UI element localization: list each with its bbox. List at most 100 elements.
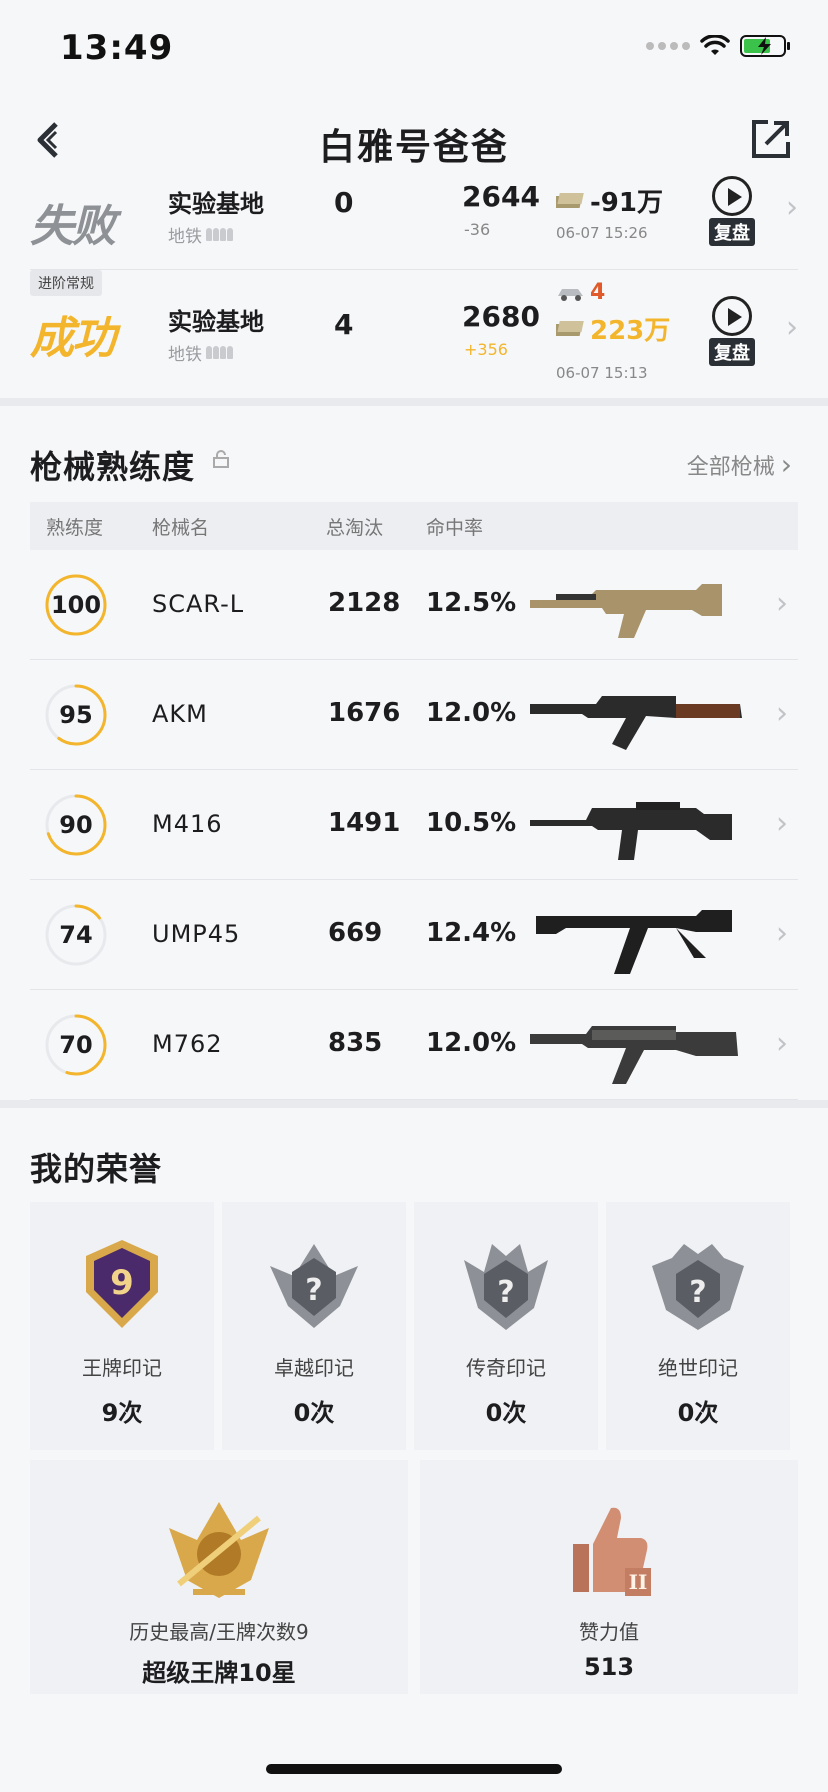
likes-card[interactable]: II 赞力值 513: [420, 1460, 798, 1694]
match-result: 成功: [30, 313, 116, 364]
chevron-right-icon: ›: [786, 310, 798, 345]
match-result: 失败: [30, 201, 116, 252]
weapons-section-title: 枪械熟练度: [30, 448, 196, 486]
squad-icon: [206, 228, 233, 241]
match-submode-label: 地铁: [168, 227, 202, 247]
honor-name: 传奇印记: [466, 1356, 546, 1380]
honor-card-excellent[interactable]: ? 卓越印记 0次: [222, 1202, 406, 1450]
weapon-row[interactable]: 74 UMP45 669 12.4% ›: [30, 880, 798, 990]
weapon-hit-rate: 12.0%: [426, 1028, 517, 1058]
column-header: 熟练度: [46, 516, 104, 539]
honor-name: 王牌印记: [82, 1356, 162, 1380]
honor-card-ace[interactable]: 9 王牌印记 9次: [30, 1202, 214, 1450]
cash-icon: [556, 320, 584, 336]
honor-name: 卓越印记: [274, 1356, 354, 1380]
ace-badge-icon: 9: [86, 1240, 158, 1328]
weapon-name: AKM: [152, 700, 208, 728]
thumbs-up-icon: II: [573, 1507, 651, 1596]
honor-count: 0次: [293, 1399, 335, 1427]
weapon-hit-rate: 12.4%: [426, 918, 517, 948]
ace-rank-icon: [169, 1502, 269, 1598]
best-rank-card[interactable]: 历史最高/王牌次数9 超级王牌10星: [30, 1460, 408, 1694]
all-weapons-link[interactable]: 全部枪械 ›: [687, 448, 792, 481]
match-money: 223万: [556, 310, 670, 347]
chevron-right-icon: ›: [776, 696, 788, 731]
cash-icon: [556, 192, 584, 208]
proficiency-value: 74: [59, 921, 93, 949]
svg-text:?: ?: [689, 1275, 706, 1310]
match-rating: 2644: [462, 180, 540, 213]
match-row[interactable]: 进阶常规 成功 实验基地 地铁 4 2680 +356 4 223万 06-07…: [30, 270, 798, 388]
squad-icon: [206, 346, 233, 359]
svg-text:II: II: [629, 1570, 648, 1594]
share-icon[interactable]: [750, 118, 792, 160]
match-kills: 4: [334, 308, 354, 341]
likes-label: 赞力值: [579, 1620, 639, 1644]
weapon-image: [530, 1026, 738, 1084]
replay-button[interactable]: 复盘: [706, 296, 758, 366]
battery-icon: [740, 35, 790, 57]
honor-count: 9次: [101, 1399, 143, 1427]
weapon-kills: 1491: [328, 808, 401, 838]
weapon-image: [530, 802, 732, 860]
match-rating-delta: -36: [464, 220, 491, 239]
status-icons: [646, 34, 792, 58]
chevron-right-icon: ›: [776, 916, 788, 951]
weapon-row[interactable]: 90 M416 1491 10.5% ›: [30, 770, 798, 880]
honor-name: 绝世印记: [658, 1356, 738, 1380]
match-vehicle: 4: [556, 280, 605, 305]
weapon-kills: 669: [328, 918, 383, 948]
lock-icon[interactable]: [212, 450, 230, 468]
section-divider: [0, 398, 828, 406]
best-rank-label: 历史最高/王牌次数9: [129, 1620, 309, 1644]
weapon-hit-rate: 12.5%: [426, 588, 517, 618]
weapon-name: SCAR-L: [152, 590, 245, 618]
proficiency-value: 90: [59, 811, 93, 839]
chevron-right-icon: ›: [776, 586, 788, 621]
weapon-image: [536, 910, 732, 974]
replay-label: 复盘: [709, 218, 755, 246]
signal-icon: [646, 42, 690, 50]
locked-badge-icon: ?: [464, 1244, 548, 1330]
match-map: 实验基地: [168, 190, 264, 218]
replay-icon: [712, 296, 752, 336]
replay-icon: [712, 176, 752, 216]
proficiency-value: 95: [59, 701, 93, 729]
replay-button[interactable]: 复盘: [706, 176, 758, 246]
match-submode: 地铁: [168, 340, 233, 365]
weapon-hit-rate: 10.5%: [426, 808, 517, 838]
chevron-right-icon: ›: [780, 448, 792, 481]
match-vehicle-count: 4: [590, 280, 606, 305]
weapon-name: M762: [152, 1030, 223, 1058]
match-time: 06-07 15:26: [556, 224, 648, 242]
wifi-icon: [700, 35, 730, 55]
column-header: 枪械名: [152, 516, 210, 539]
page-title: 白雅号爸爸: [318, 127, 509, 168]
column-header: 命中率: [426, 516, 484, 539]
match-rating: 2680: [462, 300, 540, 333]
weapon-kills: 1676: [328, 698, 401, 728]
match-time: 06-07 15:13: [556, 364, 648, 382]
match-submode: 地铁: [168, 222, 233, 247]
svg-text:?: ?: [305, 1273, 322, 1308]
honor-count: 0次: [677, 1399, 719, 1427]
locked-badge-icon: ?: [270, 1244, 358, 1328]
weapon-image: [530, 584, 722, 638]
honor-card-legend[interactable]: ? 传奇印记 0次: [414, 1202, 598, 1450]
weapon-image: [530, 696, 742, 750]
weapon-row[interactable]: 100 SCAR-L 2128 12.5% ›: [30, 550, 798, 660]
locked-badge-icon: ?: [652, 1244, 744, 1330]
home-indicator[interactable]: [266, 1764, 562, 1774]
proficiency-value: 70: [59, 1031, 93, 1059]
proficiency-value: 100: [50, 591, 102, 619]
weapon-row[interactable]: 95 AKM 1676 12.0% ›: [30, 660, 798, 770]
replay-label: 复盘: [709, 338, 755, 366]
honor-card-peerless[interactable]: ? 绝世印记 0次: [606, 1202, 790, 1450]
match-submode-label: 地铁: [168, 345, 202, 365]
match-row[interactable]: 失败 实验基地 地铁 0 2644 -36 -91万 06-07 15:26 复…: [30, 166, 798, 270]
weapon-row[interactable]: 70 M762 835 12.0% ›: [30, 990, 798, 1100]
chevron-right-icon: ›: [786, 190, 798, 225]
weapon-kills: 2128: [328, 588, 401, 618]
weapon-kills: 835: [328, 1028, 383, 1058]
all-weapons-label: 全部枪械: [686, 454, 775, 480]
